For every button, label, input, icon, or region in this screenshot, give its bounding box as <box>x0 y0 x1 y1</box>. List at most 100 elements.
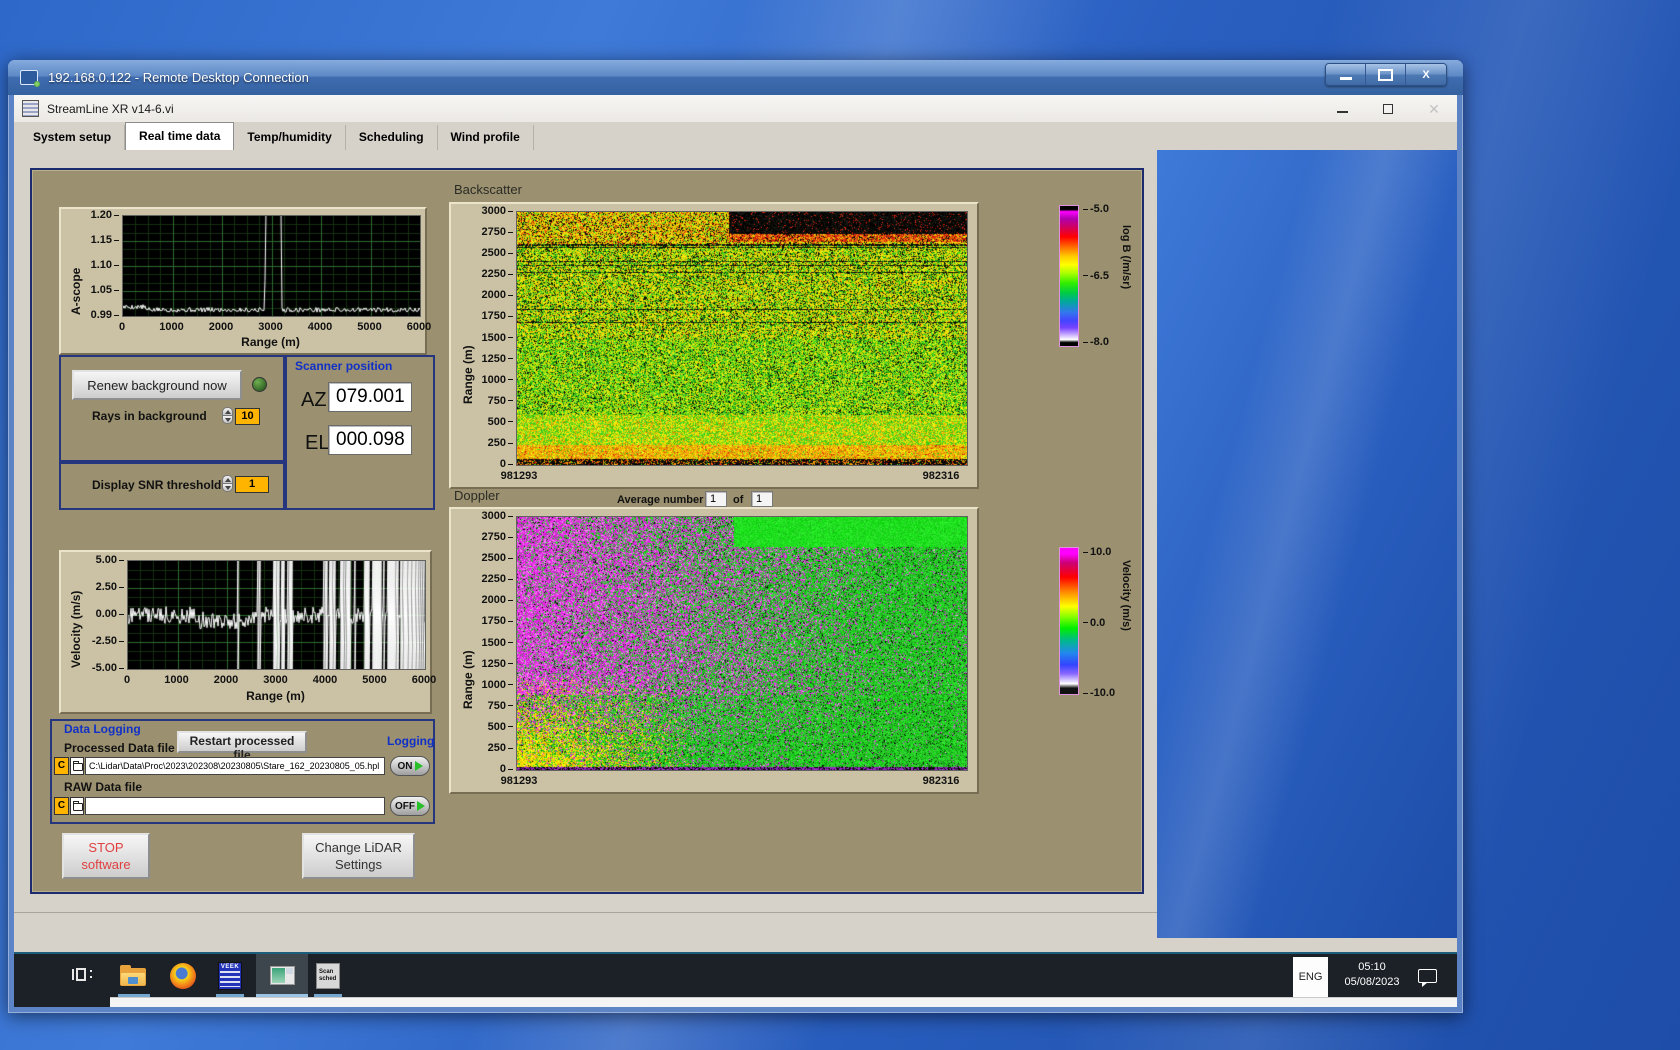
active-app-icon-pane <box>272 968 285 983</box>
tab-temp-humidity[interactable]: Temp/humidity <box>234 125 345 150</box>
processed-logging-toggle[interactable]: ON <box>390 756 430 776</box>
processed-path-field[interactable]: C:\Lidar\Data\Proc\2023\202308\20230805\… <box>85 757 385 775</box>
change-lidar-settings-button[interactable]: Change LiDAR Settings <box>302 833 415 879</box>
average-total-field[interactable]: 1 <box>751 491 773 507</box>
y-tick-label: 0 <box>500 763 513 775</box>
renew-background-label: Renew background now <box>87 378 226 393</box>
rays-in-background-label: Rays in background <box>92 409 207 423</box>
y-tick-label: 0 <box>500 458 513 470</box>
rdp-close-button[interactable]: X <box>1406 64 1446 85</box>
app-close-button[interactable]: ✕ <box>1425 101 1443 117</box>
rays-value-field[interactable]: 10 <box>235 408 260 425</box>
y-tick-label: 2750 <box>482 531 513 543</box>
tab-strip: System setup Real time data Temp/humidit… <box>14 122 1457 150</box>
rdp-window: 192.168.0.122 - Remote Desktop Connectio… <box>8 60 1463 1013</box>
y-tick-label: 1.20 <box>91 209 119 221</box>
active-app-taskbar-button[interactable] <box>256 954 308 999</box>
app-restore-button[interactable] <box>1379 101 1397 117</box>
snr-spinner[interactable] <box>222 475 233 493</box>
rdp-window-title: 192.168.0.122 - Remote Desktop Connectio… <box>48 70 309 85</box>
x-tick-label: 3000 <box>263 674 287 686</box>
restart-processed-file-button[interactable]: Restart processed file <box>177 731 307 753</box>
on-label: ON <box>398 761 413 772</box>
renew-background-button[interactable]: Renew background now <box>72 370 242 400</box>
average-number-field[interactable]: 1 <box>705 491 727 507</box>
spin-down-icon[interactable] <box>222 483 233 492</box>
data-logging-title: Data Logging <box>64 722 141 736</box>
app-titlebar[interactable]: StreamLine XR v14-6.vi ✕ <box>14 95 1457 123</box>
y-tick-label: 2.50 <box>96 581 124 593</box>
task-view-dot <box>90 970 92 972</box>
az-label: AZ <box>301 389 327 412</box>
app-minimize-button[interactable] <box>1333 101 1351 117</box>
y-tick-label: 2000 <box>482 594 513 606</box>
backscatter-title: Backscatter <box>454 182 522 197</box>
language-indicator[interactable]: ENG <box>1293 957 1328 997</box>
processed-data-file-label: Processed Data file <box>64 741 175 755</box>
rdp-maximize-button[interactable] <box>1366 64 1406 85</box>
az-value-field[interactable]: 079.001 <box>328 382 412 412</box>
y-tick-label: 2750 <box>482 226 513 238</box>
led-arrow-icon <box>417 801 425 811</box>
action-center-icon[interactable] <box>1418 969 1437 983</box>
backscatter-plot-widget: Range (m) 300027502500225020001750150012… <box>449 202 979 489</box>
file-explorer-icon[interactable] <box>120 965 148 987</box>
raw-logging-toggle[interactable]: OFF <box>390 796 430 816</box>
doppler-colorbar <box>1059 547 1079 695</box>
horizontal-scrollbar[interactable] <box>110 997 1457 1007</box>
y-tick-label: 1500 <box>482 332 513 344</box>
tab-scheduling[interactable]: Scheduling <box>346 125 438 150</box>
y-tick-label: 1.10 <box>91 259 119 271</box>
doppler-x-end: 982316 <box>923 775 960 787</box>
panel-blue-decoration <box>1157 150 1457 938</box>
processed-browse-icon[interactable] <box>70 757 84 775</box>
x-tick-label: 6000 <box>407 321 431 333</box>
y-tick-label: 1000 <box>482 374 513 386</box>
y-tick-label: 750 <box>488 700 513 712</box>
rdp-titlebar[interactable]: 192.168.0.122 - Remote Desktop Connectio… <box>8 60 1463 95</box>
clock-time: 05:10 <box>1358 961 1386 973</box>
logging-label: Logging <box>387 734 434 748</box>
task-view-icon[interactable] <box>72 967 92 985</box>
spin-down-icon[interactable] <box>222 415 233 424</box>
lidar-front-panel: A-scope 1.201.151.101.050.99 01000200030… <box>30 168 1144 894</box>
y-tick-label: 250 <box>488 742 513 754</box>
processed-drive-box[interactable]: C <box>54 757 69 775</box>
task-view-square <box>76 968 86 981</box>
minimize-icon <box>1340 77 1352 80</box>
x-tick-label: 4000 <box>313 674 337 686</box>
ascope-plot <box>122 215 421 317</box>
backscatter-colorbar <box>1059 205 1079 347</box>
raw-drive-box[interactable]: C <box>54 797 69 815</box>
doppler-title: Doppler <box>454 488 500 503</box>
led-arrow-icon <box>415 761 423 771</box>
firefox-icon[interactable] <box>170 963 196 989</box>
el-value-field[interactable]: 000.098 <box>328 425 412 455</box>
app-client-area: System setup Real time data Temp/humidit… <box>14 122 1457 1007</box>
x-tick-label: 0 <box>119 321 125 333</box>
remote-screen: StreamLine XR v14-6.vi ✕ System setup Re… <box>14 95 1457 1007</box>
tab-wind-profile[interactable]: Wind profile <box>438 125 534 150</box>
app-window-title: StreamLine XR v14-6.vi <box>47 102 174 116</box>
y-tick-label: 3000 <box>482 510 513 522</box>
raw-browse-icon[interactable] <box>70 797 84 815</box>
scan-scheduler-icon[interactable]: Scan sched <box>316 963 340 989</box>
off-label: OFF <box>395 801 415 812</box>
y-tick-label: 2500 <box>482 552 513 564</box>
tab-real-time-data[interactable]: Real time data <box>125 122 234 150</box>
snr-value-field[interactable]: 1 <box>235 476 269 493</box>
y-tick-label: 1750 <box>482 615 513 627</box>
decoration-sheen <box>1157 150 1457 938</box>
scan-label-1: Scan <box>319 969 333 975</box>
stop-software-button[interactable]: STOP software <box>62 833 150 879</box>
labview-vi-icon <box>22 100 39 117</box>
taskbar-clock[interactable]: 05:10 05/08/2023 <box>1332 960 1412 990</box>
tab-system-setup[interactable]: System setup <box>20 125 125 150</box>
close-icon: ✕ <box>1428 102 1440 116</box>
striped-app-icon[interactable]: VEEK <box>218 962 242 990</box>
rays-spinner[interactable] <box>222 407 233 425</box>
striped-app-stripes <box>220 971 240 987</box>
rdp-minimize-button[interactable] <box>1326 64 1366 85</box>
y-tick-label: 1750 <box>482 310 513 322</box>
raw-path-field[interactable] <box>85 797 385 815</box>
